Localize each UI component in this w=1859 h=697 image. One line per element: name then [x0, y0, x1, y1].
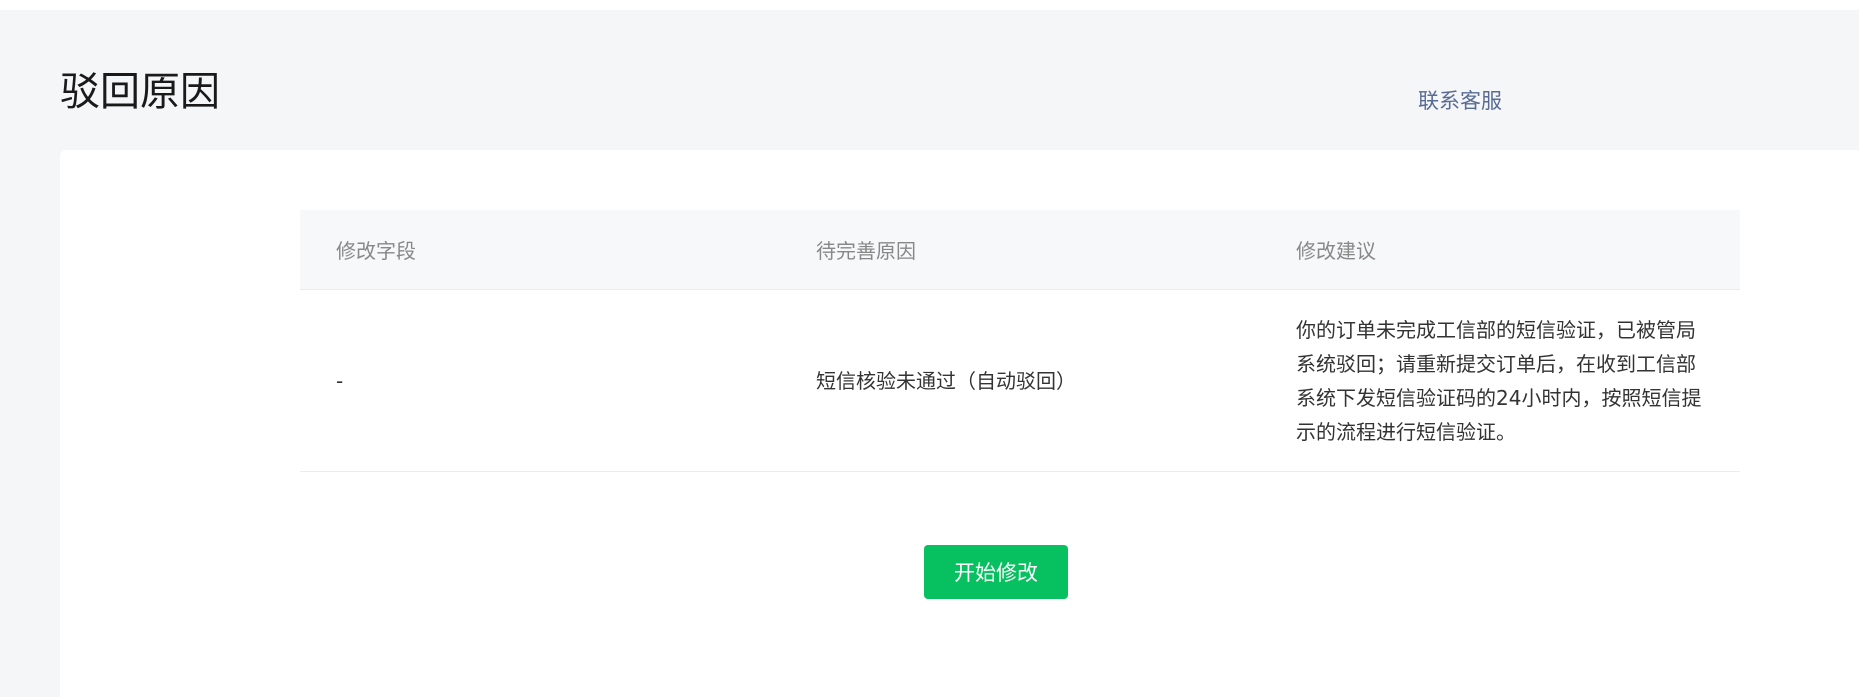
page-title: 驳回原因	[60, 69, 220, 115]
top-bar	[0, 0, 1859, 10]
column-header-field: 修改字段	[336, 239, 416, 263]
cell-suggestion: 你的订单未完成工信部的短信验证，已被管局系统驳回；请重新提交订单后，在收到工信部…	[1296, 317, 1702, 444]
column-header-reason: 待完善原因	[816, 239, 916, 263]
table-row: - 短信核验未通过（自动驳回） 你的订单未完成工信部的短信验证，已被管局系统驳回…	[300, 290, 1740, 472]
rejection-table: 修改字段 待完善原因 修改建议 - 短信核验未通过（自动驳回） 你的订单未完成工…	[300, 210, 1740, 472]
table-header: 修改字段 待完善原因 修改建议	[300, 210, 1740, 290]
contact-support-link[interactable]: 联系客服	[1418, 86, 1502, 116]
start-edit-button[interactable]: 开始修改	[924, 545, 1068, 599]
content-card: 修改字段 待完善原因 修改建议 - 短信核验未通过（自动驳回） 你的订单未完成工…	[60, 150, 1859, 697]
cell-field: -	[336, 368, 344, 393]
cell-reason: 短信核验未通过（自动驳回）	[816, 368, 1076, 393]
column-header-suggestion: 修改建议	[1296, 239, 1376, 263]
